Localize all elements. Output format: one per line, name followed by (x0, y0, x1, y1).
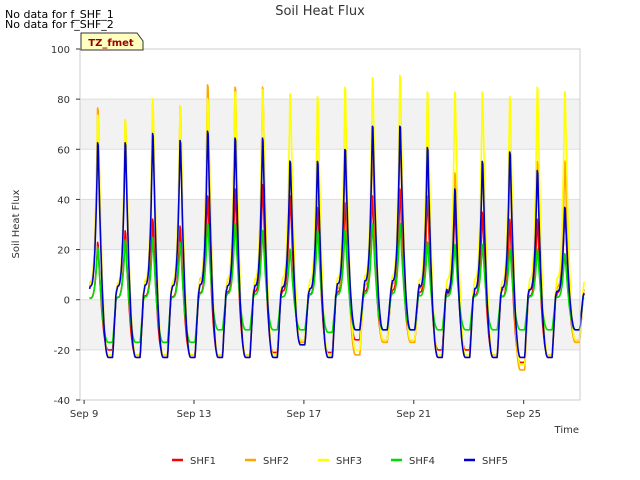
y-tick-label: -20 (54, 346, 70, 357)
y-tick-label: 20 (57, 246, 70, 257)
legend: SHF1 SHF2 SHF3 SHF4 SHF5 (172, 456, 508, 467)
legend-label-shf1: SHF1 (190, 456, 216, 467)
tz-badge: TZ_fmet (80, 32, 144, 51)
x-tick-label: Sep 17 (287, 409, 322, 420)
background-band (80, 99, 580, 150)
x-tick-label: Sep 21 (396, 409, 431, 420)
background-band (80, 49, 580, 100)
y-tick-label: 40 (57, 195, 70, 206)
y-tick-label: -40 (54, 396, 70, 407)
chart-title: Soil Heat Flux (275, 4, 365, 19)
x-axis-label: Time (554, 425, 579, 436)
x-tick-label: Sep 13 (177, 409, 212, 420)
y-tick-label: 80 (57, 95, 70, 106)
x-tick-label: Sep 9 (70, 409, 98, 420)
background-band (80, 299, 580, 350)
y-axis-ticks: -40 -20 0 20 40 60 80 100 (51, 45, 80, 407)
legend-label-shf4: SHF4 (409, 456, 435, 467)
legend-label-shf5: SHF5 (482, 456, 508, 467)
legend-label-shf3: SHF3 (336, 456, 362, 467)
tz-badge-label: TZ_fmet (88, 38, 134, 49)
y-axis-label: Soil Heat Flux (11, 189, 22, 258)
x-tick-label: Sep 25 (506, 409, 541, 420)
y-tick-label: 60 (57, 145, 70, 156)
y-tick-label: 0 (64, 296, 70, 307)
y-tick-label: 100 (51, 45, 70, 56)
legend-label-shf2: SHF2 (263, 456, 289, 467)
x-axis-ticks: Sep 9 Sep 13 Sep 17 Sep 21 Sep 25 (70, 400, 541, 420)
soil-heat-flux-chart: Soil Heat Flux -40-20020406080100 Sep 9S… (11, 4, 585, 467)
